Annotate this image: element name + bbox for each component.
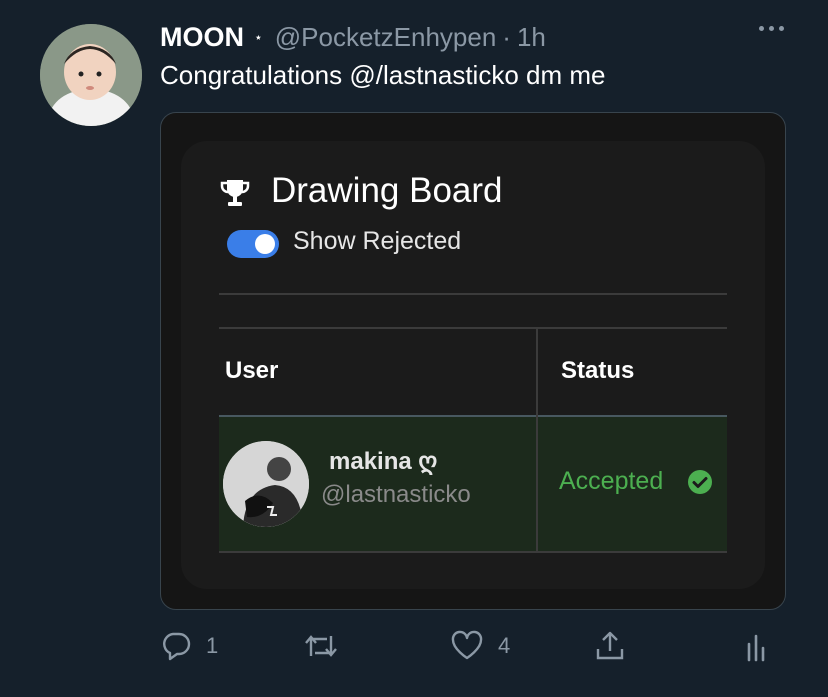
share-icon bbox=[596, 631, 624, 660]
toggle-knob bbox=[255, 234, 275, 254]
share-action[interactable] bbox=[594, 628, 626, 664]
column-divider bbox=[536, 327, 538, 551]
reply-action[interactable]: 1 bbox=[160, 628, 218, 664]
tweet-header: MOON ⋆ @PocketzEnhypen · 1h bbox=[160, 20, 546, 54]
like-count: 4 bbox=[498, 633, 511, 658]
results-table: User Status makina ღ @lastnasticko Accep… bbox=[219, 327, 727, 553]
reply-icon bbox=[163, 632, 191, 661]
retweet-action[interactable] bbox=[303, 628, 353, 664]
like-action[interactable]: 4 bbox=[450, 628, 510, 664]
show-rejected-toggle[interactable] bbox=[227, 230, 279, 258]
user-avatar bbox=[223, 441, 309, 527]
trophy-icon bbox=[220, 180, 250, 206]
header-user: User bbox=[225, 357, 279, 384]
retweet-icon bbox=[305, 635, 337, 657]
status-accepted: Accepted bbox=[559, 467, 664, 495]
header-status: Status bbox=[561, 357, 635, 384]
author-handle[interactable]: @PocketzEnhypen bbox=[275, 22, 497, 53]
tweet-media-card[interactable]: Drawing Board Show Rejected User Status bbox=[160, 112, 786, 610]
author-avatar[interactable] bbox=[40, 24, 142, 126]
check-circle-icon bbox=[688, 470, 712, 494]
more-options-icon[interactable] bbox=[759, 26, 784, 31]
tweet-actions: 1 4 bbox=[160, 628, 786, 664]
user-photo bbox=[223, 441, 309, 527]
author-name[interactable]: MOON bbox=[160, 22, 244, 53]
analytics-action[interactable] bbox=[744, 628, 772, 664]
user-name: makina ღ bbox=[329, 448, 438, 475]
table-top-border bbox=[219, 327, 727, 329]
reply-count: 1 bbox=[206, 633, 219, 658]
user-handle: @lastnasticko bbox=[321, 481, 471, 508]
drawing-board-panel: Drawing Board Show Rejected User Status bbox=[181, 141, 765, 589]
divider bbox=[219, 293, 727, 295]
author-badge: ⋆ bbox=[254, 28, 263, 45]
table-row: makina ღ @lastnasticko Accepted bbox=[219, 415, 727, 553]
separator-dot: · bbox=[502, 21, 511, 52]
toggle-label: Show Rejected bbox=[293, 227, 462, 255]
analytics-icon bbox=[747, 634, 765, 662]
heart-icon bbox=[451, 630, 483, 660]
tweet-time[interactable]: 1h bbox=[517, 22, 546, 53]
board-title: Drawing Board bbox=[271, 171, 503, 210]
baby-photo bbox=[40, 24, 142, 126]
tweet-text: Congratulations @/lastnasticko dm me bbox=[160, 60, 606, 90]
